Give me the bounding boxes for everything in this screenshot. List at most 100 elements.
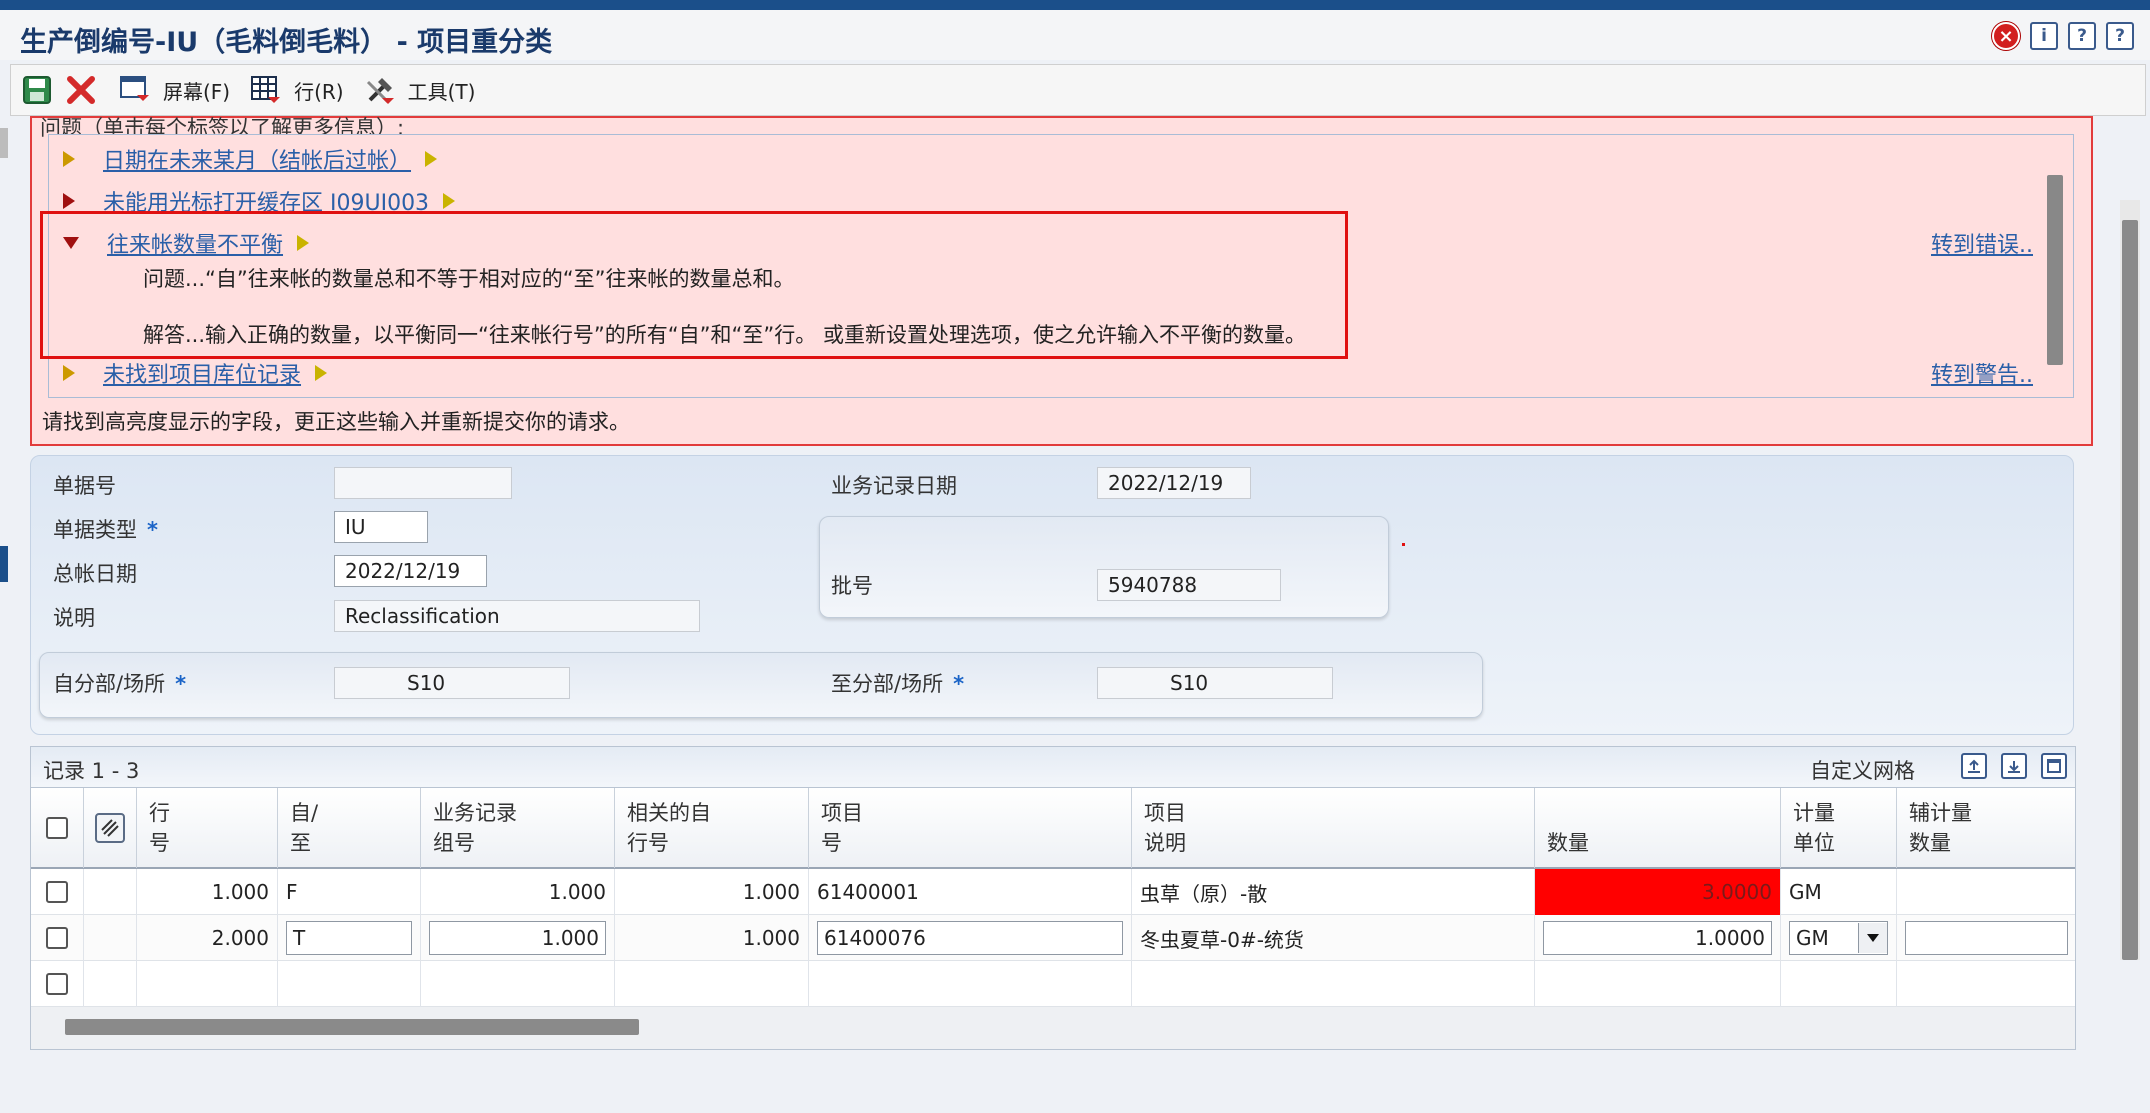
attachment-icon[interactable]	[94, 812, 126, 844]
required-mark: *	[147, 518, 158, 542]
cancel-icon[interactable]	[63, 72, 99, 108]
row-checkbox[interactable]	[46, 927, 68, 949]
sec-qty-cell	[1897, 915, 2075, 961]
export-icon[interactable]	[1961, 753, 1987, 779]
sec-qty-input[interactable]	[1905, 921, 2068, 955]
quantity-cell: 1.0000	[1535, 915, 1781, 961]
gl-date-label: 总帐日期	[53, 562, 137, 586]
info-icon[interactable]: i	[2030, 22, 2058, 50]
error-item-date-future[interactable]: 日期在未来某月（结帐后过帐）	[63, 143, 438, 175]
help-icon[interactable]: ?	[2068, 22, 2096, 50]
error-list-scrollbar[interactable]	[2047, 175, 2063, 365]
required-mark: *	[175, 672, 187, 696]
window-buttons: × i ? ?	[1992, 22, 2134, 50]
from-to-cell: T	[278, 915, 421, 961]
select-all-checkbox[interactable]	[46, 817, 68, 839]
expand-icon[interactable]	[63, 151, 75, 167]
item-no-cell: 61400076	[809, 915, 1132, 961]
col-item-no[interactable]: 项目号	[809, 788, 1132, 868]
error-link[interactable]: 日期在未来某月（结帐后过帐）	[103, 143, 411, 175]
table-row[interactable]: 1.000 F 1.000 1.000 61400001 虫草（原）-散 3.0…	[31, 869, 2075, 915]
goto-error-link[interactable]: 转到错误..	[1931, 227, 2033, 259]
row-checkbox[interactable]	[46, 881, 68, 903]
grid-horizontal-scrollbar[interactable]	[65, 1019, 639, 1035]
chevron-down-icon[interactable]	[1858, 923, 1887, 953]
page-vertical-scrollbar[interactable]	[2122, 220, 2138, 960]
screen-menu[interactable]: 屏幕(F)	[117, 72, 230, 108]
custom-grid-link[interactable]: 自定义网格	[1810, 755, 1915, 785]
col-trans-group[interactable]: 业务记录 组号	[421, 788, 615, 868]
col-item-desc[interactable]: 项目 说明	[1132, 788, 1535, 868]
table-row[interactable]	[31, 961, 2075, 1007]
close-icon[interactable]: ×	[1992, 22, 2020, 50]
maximize-icon[interactable]	[2041, 753, 2067, 779]
uom-select-value: GM	[1796, 926, 1829, 950]
uom-select[interactable]: GM	[1789, 921, 1888, 955]
warning-arrow-icon	[425, 151, 438, 167]
expand-icon[interactable]	[63, 365, 75, 381]
import-icon[interactable]	[2001, 753, 2027, 779]
from-branch-label: 自分部/场所 *	[53, 668, 186, 698]
col-from-to[interactable]: 自/至	[278, 788, 421, 868]
quantity-input[interactable]: 1.0000	[1543, 921, 1772, 955]
doc-type-field[interactable]: IU	[334, 511, 428, 543]
desc-field[interactable]: Reclassification	[334, 600, 700, 632]
doc-type-label-text: 单据类型	[53, 518, 137, 542]
col-uom[interactable]: 计量 单位	[1781, 788, 1897, 868]
left-edge-handle[interactable]	[0, 546, 8, 582]
sec-qty-cell	[1897, 869, 2075, 915]
trans-date-label: 业务记录日期	[831, 474, 957, 498]
desc-label: 说明	[53, 606, 95, 630]
error-link[interactable]: 未找到项目库位记录	[103, 357, 301, 389]
from-to-input[interactable]: T	[286, 921, 412, 955]
empty-cell	[1897, 961, 2075, 1007]
tools-icon	[362, 72, 398, 108]
top-strip	[0, 0, 2150, 10]
from-branch-field[interactable]: S10	[334, 667, 570, 699]
trans-date-field: 2022/12/19	[1097, 467, 1251, 499]
table-row[interactable]: 2.000 T 1.000 1.000 61400076 冬虫夏草-0#-统货 …	[31, 915, 2075, 961]
empty-cell	[809, 961, 1132, 1007]
warning-arrow-icon	[443, 193, 456, 209]
window-title: 生产倒编号-IU（毛料倒毛料） - 项目重分类	[20, 27, 553, 58]
goto-warning-link[interactable]: 转到警告..	[1931, 357, 2033, 389]
doc-no-label: 单据号	[53, 474, 116, 498]
header-form: 单据号 单据类型 * IU 总帐日期 2022/12/19 说明 Reclassi…	[30, 455, 2074, 735]
col-line-no[interactable]: 行号	[137, 788, 278, 868]
doc-no-field	[334, 467, 512, 499]
col-sec-qty[interactable]: 辅计量 数量	[1897, 788, 2075, 868]
tools-menu-label: 工具(T)	[407, 79, 476, 104]
empty-cell	[278, 961, 421, 1007]
col-quantity[interactable]: 数量	[1535, 788, 1781, 868]
save-icon[interactable]	[19, 72, 55, 108]
quantity-cell-error[interactable]: 3.0000	[1535, 869, 1781, 915]
tools-menu[interactable]: 工具(T)	[362, 72, 476, 108]
batch-field: 5940788	[1097, 569, 1281, 601]
warning-arrow-icon	[315, 365, 328, 381]
marker-dot	[1402, 543, 1405, 546]
detail-grid: 记录 1 - 3 自定义网格 行号 自/至 业务记录 组号 相关的自 行号 项目号 …	[30, 746, 2076, 1050]
row-select-cell	[31, 915, 84, 961]
left-edge-tab	[0, 128, 8, 158]
highlight-box	[40, 211, 1348, 359]
attachment-col	[84, 788, 137, 868]
item-desc-cell: 虫草（原）-散	[1132, 869, 1535, 915]
to-branch-label: 至分部/场所 *	[831, 668, 964, 698]
attachment-cell	[84, 915, 137, 961]
expand-icon[interactable]	[63, 193, 75, 209]
line-no-cell: 2.000	[137, 915, 278, 961]
error-item-location-missing[interactable]: 未找到项目库位记录	[63, 357, 328, 389]
col-related-line[interactable]: 相关的自 行号	[615, 788, 809, 868]
record-count: 记录 1 - 3	[43, 759, 140, 783]
context-help-icon[interactable]: ?	[2106, 22, 2134, 50]
to-branch-field[interactable]: S10	[1097, 667, 1333, 699]
item-no-input[interactable]: 61400076	[817, 921, 1123, 955]
item-desc-cell: 冬虫夏草-0#-统货	[1132, 915, 1535, 961]
row-menu[interactable]: 行(R)	[248, 72, 344, 108]
select-all-cell	[31, 788, 84, 868]
from-to-cell: F	[278, 869, 421, 915]
row-checkbox[interactable]	[46, 973, 68, 995]
trans-group-input[interactable]: 1.000	[429, 921, 606, 955]
gl-date-field[interactable]: 2022/12/19	[334, 555, 487, 587]
batch-group	[819, 516, 1389, 618]
